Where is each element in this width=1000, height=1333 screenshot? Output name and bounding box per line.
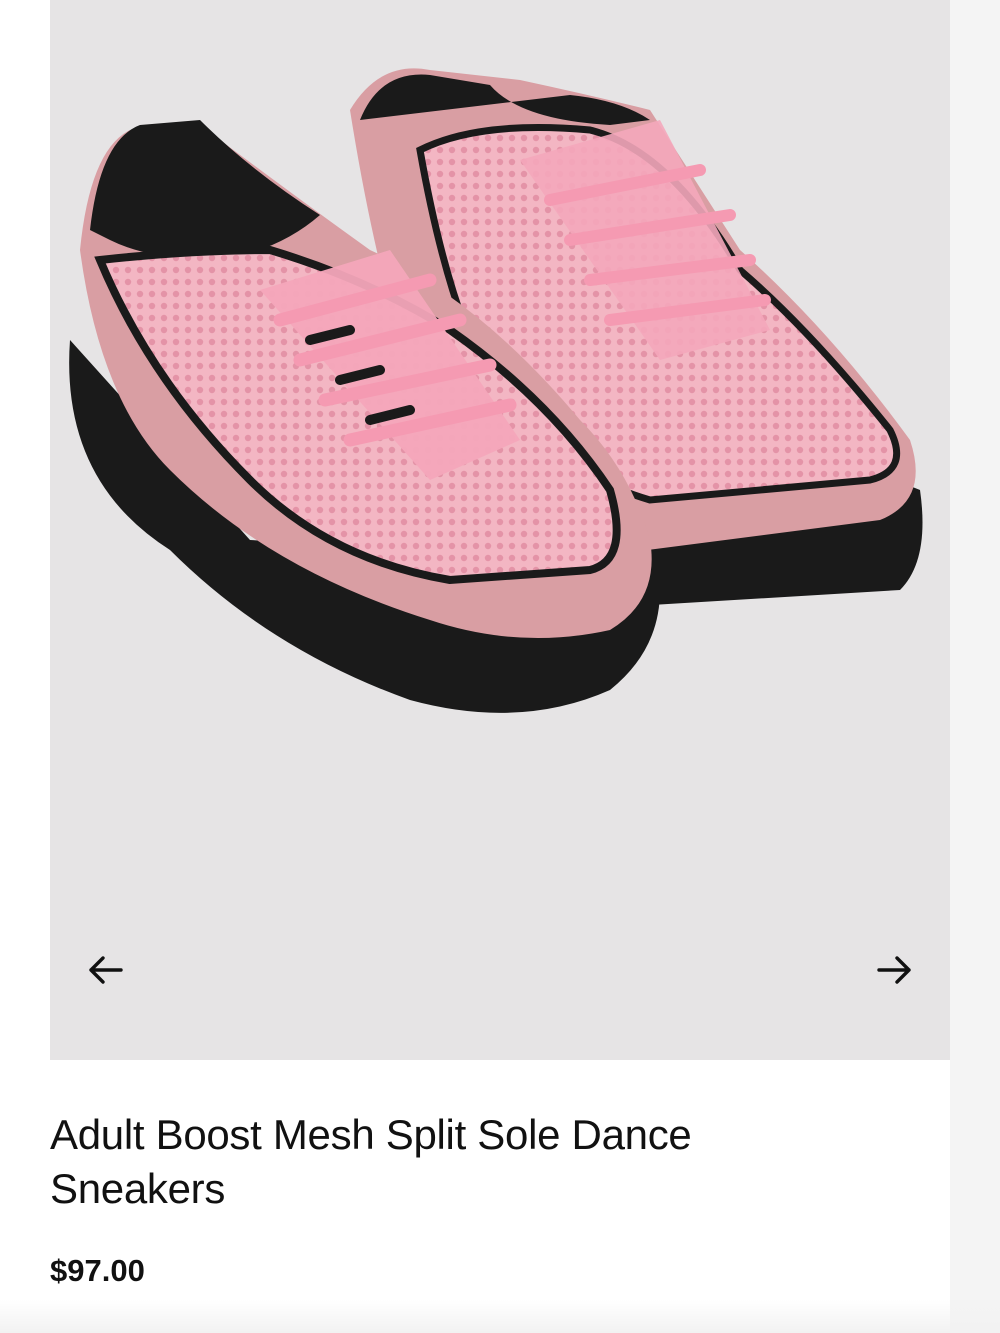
gallery-next-button[interactable] — [867, 942, 923, 998]
arrow-right-icon — [877, 956, 911, 984]
product-info: Adult Boost Mesh Split Sole Dance Sneake… — [50, 1108, 930, 1216]
gallery-prev-button[interactable] — [77, 942, 133, 998]
product-photo — [69, 68, 923, 713]
product-title: Adult Boost Mesh Split Sole Dance Sneake… — [50, 1111, 692, 1212]
product-price: $97.00 — [50, 1253, 145, 1288]
bottom-edge — [0, 1300, 1000, 1333]
product-image-gallery[interactable] — [50, 0, 950, 1060]
page-scroll-gutter — [950, 0, 1000, 1333]
arrow-left-icon — [89, 956, 123, 984]
